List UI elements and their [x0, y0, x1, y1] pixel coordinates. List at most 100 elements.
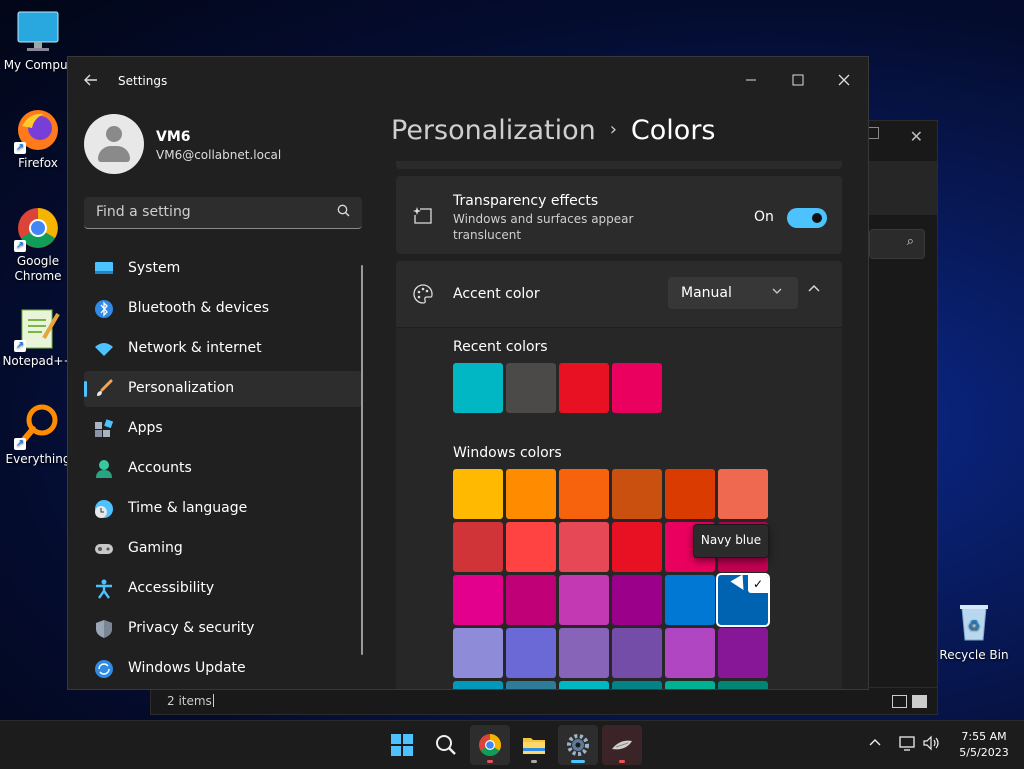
windows-color-swatch[interactable] [453, 575, 503, 625]
chevron-up-icon[interactable] [868, 735, 882, 753]
taskbar-chrome[interactable] [470, 725, 510, 765]
windows-color-swatch[interactable] [559, 628, 609, 678]
windows-color-swatch[interactable] [559, 469, 609, 519]
chevron-up-icon[interactable] [808, 281, 820, 297]
avatar[interactable] [84, 114, 144, 174]
accent-mode-dropdown[interactable]: Manual [668, 277, 798, 309]
nav-item-privacy-security[interactable]: Privacy & security [84, 611, 362, 647]
gamepad-icon [94, 539, 114, 559]
desktop-icon-chrome[interactable]: ↗ Google Chrome [0, 204, 76, 284]
desktop-icon-firefox[interactable]: ↗ Firefox [0, 106, 76, 171]
start-button[interactable] [382, 725, 422, 765]
find-setting-search[interactable] [84, 197, 362, 229]
windows-color-swatch[interactable] [506, 575, 556, 625]
taskbar-settings[interactable] [558, 725, 598, 765]
recycle-bin-icon: ♻ [950, 598, 998, 646]
desktop-icon-my-computer[interactable]: My Comput [0, 8, 76, 73]
nav-item-label: Accessibility [128, 580, 215, 596]
avatar-head-icon [106, 126, 122, 142]
nav-item-gaming[interactable]: Gaming [84, 531, 362, 567]
windows-color-swatch[interactable] [559, 575, 609, 625]
windows-color-swatch[interactable] [506, 628, 556, 678]
windows-color-swatch[interactable] [453, 628, 503, 678]
transparency-effects-card[interactable]: Transparency effects Windows and surface… [396, 176, 842, 254]
back-arrow-icon[interactable] [82, 71, 100, 89]
settings-gear-icon [567, 734, 589, 756]
nav-item-time-language[interactable]: Time & language [84, 491, 362, 527]
nav-item-personalization[interactable]: Personalization [84, 371, 362, 407]
windows-color-swatch[interactable] [612, 522, 662, 572]
taskbar-search-button[interactable] [426, 725, 466, 765]
windows-color-swatch[interactable] [559, 681, 609, 689]
running-indicator [571, 760, 585, 763]
windows-color-swatch[interactable] [665, 469, 715, 519]
search-input[interactable] [94, 203, 328, 221]
windows-color-swatch[interactable] [665, 681, 715, 689]
windows-color-swatch[interactable] [559, 522, 609, 572]
accent-color-header[interactable]: Accent color Manual [396, 261, 842, 328]
windows-color-swatch[interactable] [506, 522, 556, 572]
desktop-icon-everything[interactable]: ↗ Everything [0, 402, 76, 467]
windows-color-swatch[interactable] [665, 628, 715, 678]
item-count: 2 items [167, 694, 212, 708]
windows-color-swatch[interactable] [453, 469, 503, 519]
breadcrumb-parent[interactable]: Personalization [391, 115, 596, 146]
windows-color-swatch[interactable] [665, 575, 715, 625]
windows-color-swatch[interactable] [506, 469, 556, 519]
maximize-button[interactable] [782, 65, 814, 97]
toolbar-region [869, 161, 937, 215]
sparkle-window-icon [412, 206, 434, 226]
accent-color-title: Accent color [453, 286, 540, 302]
details-view-icon[interactable] [892, 695, 907, 708]
explorer-search-box[interactable]: ⌕ [869, 229, 925, 259]
windows-color-swatch[interactable] [612, 575, 662, 625]
windows-color-swatch[interactable] [453, 522, 503, 572]
status-bar: 2 items [151, 687, 937, 714]
nav-item-network[interactable]: Network & internet [84, 331, 362, 367]
windows-color-swatch[interactable] [718, 628, 768, 678]
taskbar-misc-app[interactable] [602, 725, 642, 765]
desktop-icon-notepadpp[interactable]: ↗ Notepad++ [0, 304, 76, 369]
avatar-body-icon [98, 146, 130, 162]
desktop-icon-recycle-bin[interactable]: ♻ Recycle Bin [936, 598, 1012, 663]
recent-colors-title: Recent colors [453, 339, 548, 355]
nav-item-accessibility[interactable]: Accessibility [84, 571, 362, 607]
windows-color-swatch[interactable] [612, 628, 662, 678]
minimize-button[interactable] [735, 65, 767, 97]
nav-item-apps[interactable]: Apps [84, 411, 362, 447]
system-clock[interactable]: 7:55 AM 5/5/2023 [952, 729, 1016, 761]
nav-item-bluetooth[interactable]: Bluetooth & devices [84, 291, 362, 327]
tiles-view-icon[interactable] [912, 695, 927, 708]
volume-icon[interactable] [922, 735, 940, 755]
windows-color-swatch[interactable] [612, 681, 662, 689]
desktop-icon-label: Recycle Bin [939, 648, 1009, 662]
settings-nav: System Bluetooth & devices Network & int… [84, 251, 362, 689]
nav-item-system[interactable]: System [84, 251, 362, 287]
nav-item-accounts[interactable]: Accounts [84, 451, 362, 487]
clock-globe-icon [94, 499, 114, 519]
nav-item-windows-update[interactable]: Windows Update [84, 651, 362, 687]
nav-scrollbar[interactable] [361, 265, 363, 655]
windows-color-swatch[interactable] [506, 681, 556, 689]
close-button[interactable]: ✕ [910, 127, 923, 146]
network-icon[interactable] [898, 735, 916, 755]
transparency-toggle[interactable] [787, 208, 827, 228]
search-icon [337, 204, 350, 221]
svg-text:♻: ♻ [968, 618, 981, 634]
windows-color-swatch[interactable] [718, 469, 768, 519]
recent-color-swatch[interactable] [612, 363, 662, 413]
recent-color-swatch[interactable] [506, 363, 556, 413]
settings-window[interactable]: Settings VM6 VM6@collabnet.local System [67, 56, 869, 690]
windows-color-swatch[interactable] [453, 681, 503, 689]
taskbar-file-explorer[interactable] [514, 725, 554, 765]
color-tooltip: Navy blue [693, 524, 769, 558]
windows-color-swatch[interactable] [718, 681, 768, 689]
search-icon: ⌕ [906, 234, 914, 249]
windows-color-swatch[interactable] [612, 469, 662, 519]
recent-color-swatch[interactable] [453, 363, 503, 413]
search-icon [436, 735, 456, 755]
desktop-icon-label: My Comput [3, 58, 73, 72]
recent-color-swatch[interactable] [559, 363, 609, 413]
bluetooth-icon [94, 299, 114, 319]
close-button[interactable] [828, 65, 860, 97]
